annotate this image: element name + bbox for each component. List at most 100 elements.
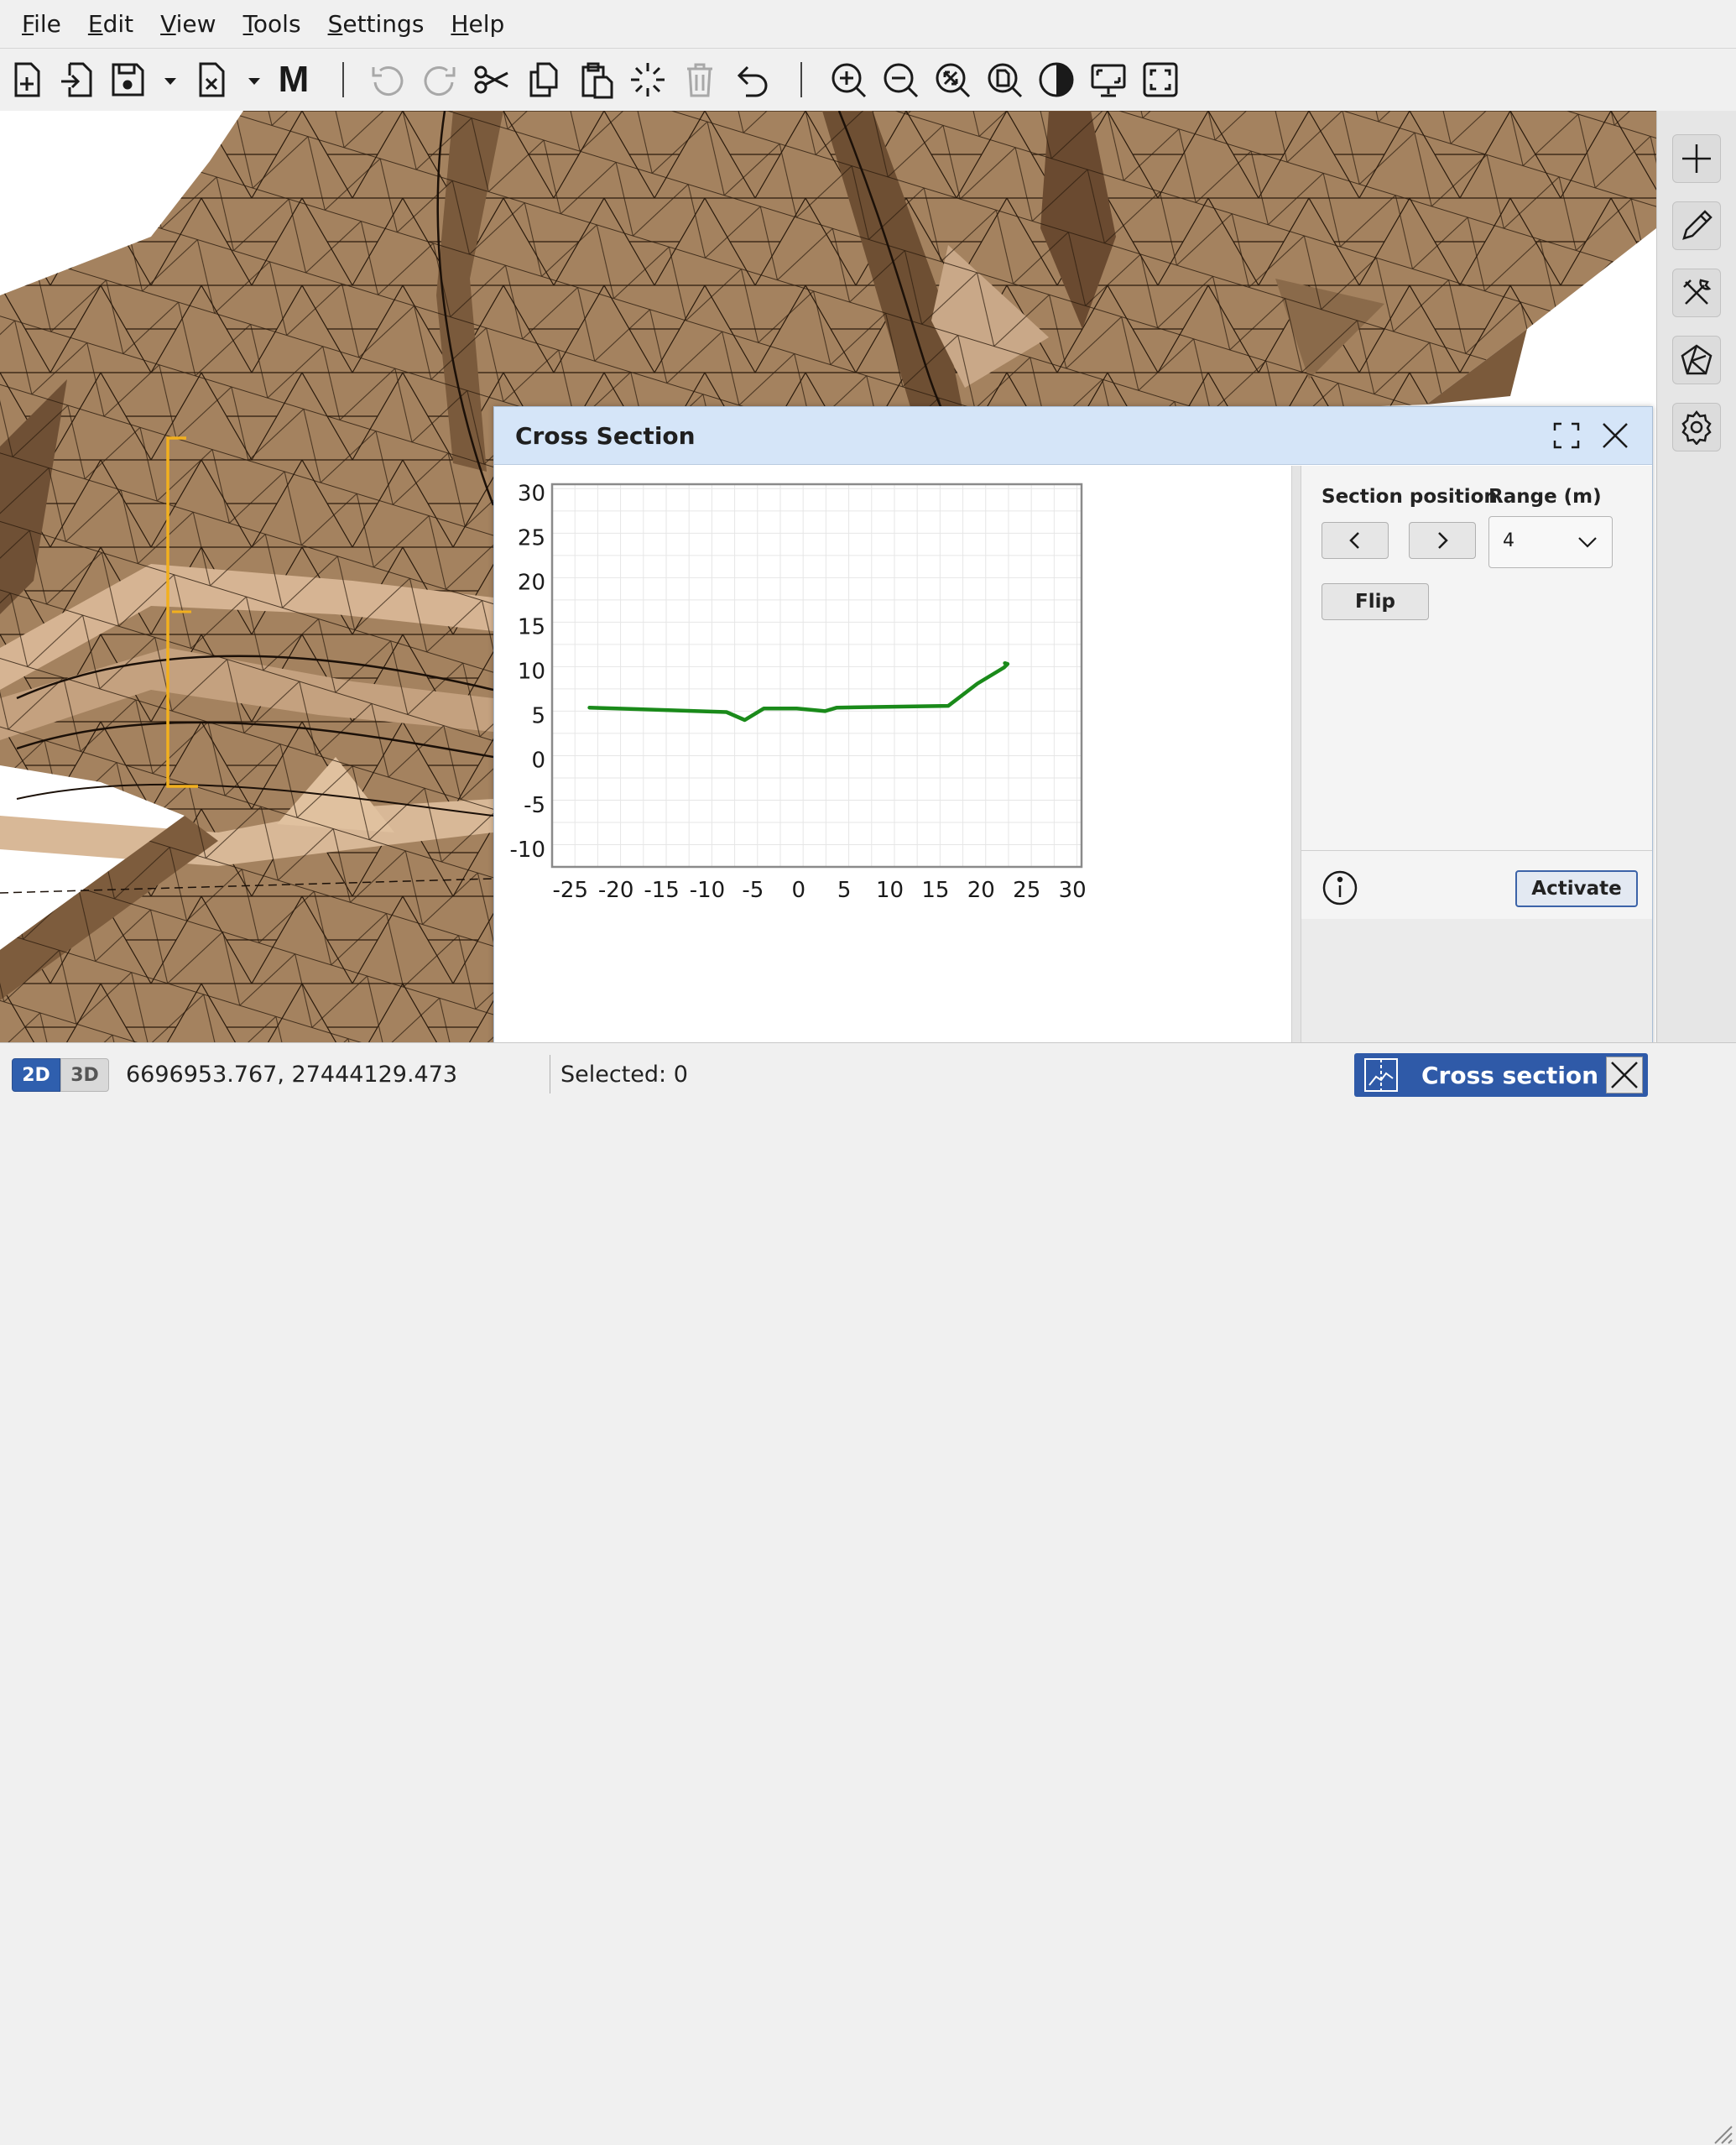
undo-icon [372,66,404,97]
redo-button[interactable] [416,57,463,102]
redo-icon [424,66,456,97]
paste-button[interactable] [572,57,619,102]
cursor-coordinates: 6696953.767, 27444129.473 [126,1062,458,1088]
info-icon[interactable] [1322,869,1358,906]
zoom-page-icon [988,63,1023,98]
chevron-left-icon [1349,532,1359,549]
chevron-down-icon [1578,537,1597,548]
y-tick-label: -5 [524,793,545,818]
revert-icon [737,65,768,97]
menu-help[interactable]: Help [447,8,508,39]
y-tick-label: 5 [531,704,545,729]
x-tick-label: 15 [921,878,949,903]
x-tick-label: -5 [742,878,764,903]
fullscreen-button[interactable] [1137,57,1184,102]
x-tick-label: 20 [967,878,995,903]
contrast-button[interactable] [1033,57,1080,102]
panel-splitter[interactable] [1291,466,1301,1045]
copy-button[interactable] [520,57,567,102]
y-tick-label: 30 [518,482,545,507]
delete-icon [687,63,712,97]
model-icon: M [278,59,310,100]
flip-button[interactable]: Flip [1322,583,1429,620]
range-select[interactable]: 4 [1488,516,1613,568]
cut-button[interactable] [468,57,515,102]
view-2d-toggle[interactable]: 2D [12,1058,60,1092]
settings-button[interactable] [1672,403,1721,451]
section-position-label: Section position [1322,486,1498,508]
selected-count: Selected: 0 [560,1062,688,1088]
next-section-button[interactable] [1409,522,1476,559]
edit-button[interactable] [1672,201,1721,250]
new-file-icon [14,62,40,97]
close-icon[interactable] [1598,419,1632,452]
delete-button[interactable] [676,57,723,102]
geometry-button[interactable] [1672,336,1721,384]
y-tick-label: 10 [518,660,545,685]
save-dropdown-icon[interactable] [161,72,180,91]
x-tick-label: -15 [644,878,679,903]
cross-section-icon [1364,1058,1398,1092]
x-tick-label: 0 [791,878,805,903]
chevron-right-icon [1438,532,1448,549]
chart-svg: -25 -20 -15 -10 -5 0 5 10 15 20 25 30 30 25 20 15 10 5 0 -5… [510,482,1087,903]
previous-section-button[interactable] [1322,522,1389,559]
toolbar-separator [342,62,344,97]
range-label: Range (m) [1488,486,1602,508]
right-tool-rail [1656,111,1736,1042]
polyhedron-icon [1681,344,1713,375]
y-tick-label: -10 [510,838,545,863]
export-button[interactable] [188,57,235,102]
import-button[interactable] [54,57,101,102]
menu-settings[interactable]: Settings [325,8,428,39]
x-tick-label: 30 [1059,878,1087,903]
zoom-extents-button[interactable] [929,57,976,102]
zoom-out-icon [884,63,919,98]
settings-icon [1681,410,1712,445]
add-button[interactable] [1672,134,1721,183]
add-icon [1682,144,1711,173]
copy-icon [529,62,558,97]
zoom-extents-icon [936,63,971,98]
maximize-icon[interactable] [1550,419,1583,452]
plot-background [552,484,1082,867]
y-tick-label: 20 [518,571,545,596]
model-button[interactable]: M [270,57,317,102]
export-icon [199,62,225,97]
import-icon [61,62,92,97]
tools-button[interactable] [1672,269,1721,317]
menu-tools[interactable]: Tools [240,8,305,39]
dialog-header: Cross Section [494,407,1652,465]
view-3d-toggle[interactable]: 3D [60,1058,109,1092]
panel-divider [1301,850,1652,851]
save-button[interactable] [104,57,151,102]
revert-button[interactable] [728,57,775,102]
zoom-page-button[interactable] [981,57,1028,102]
cross-section-label: Cross section [1421,1062,1599,1089]
cut-icon [474,65,508,94]
cross-section-dialog: Cross Section -25 -20 -15 -10 -5 0 5 10 15 20 25 30… [493,406,1653,1046]
cross-section-badge[interactable]: Cross section [1354,1053,1648,1097]
zoom-in-icon [832,63,867,98]
x-tick-label: 5 [837,878,852,903]
toolbar-separator [800,62,802,97]
menu-file[interactable]: File [18,8,65,39]
paste-icon [581,62,613,99]
dialog-title: Cross Section [515,422,696,450]
tools-icon [1683,279,1712,305]
undo-button[interactable] [364,57,411,102]
monitor-icon [1091,64,1126,97]
close-cross-section-button[interactable] [1606,1057,1643,1093]
zoom-out-button[interactable] [877,57,924,102]
select-button[interactable] [624,57,671,102]
zoom-in-button[interactable] [825,57,872,102]
menu-edit[interactable]: Edit [85,8,137,39]
monitor-button[interactable] [1085,57,1132,102]
menu-bar: File Edit View Tools Settings Help [0,0,1736,49]
export-dropdown-icon[interactable] [245,72,263,91]
menu-view[interactable]: View [157,8,219,39]
resize-grip-icon[interactable] [1708,2120,1733,2145]
x-tick-label: -25 [553,878,588,903]
new-file-button[interactable] [3,57,50,102]
activate-button[interactable]: Activate [1515,870,1638,907]
